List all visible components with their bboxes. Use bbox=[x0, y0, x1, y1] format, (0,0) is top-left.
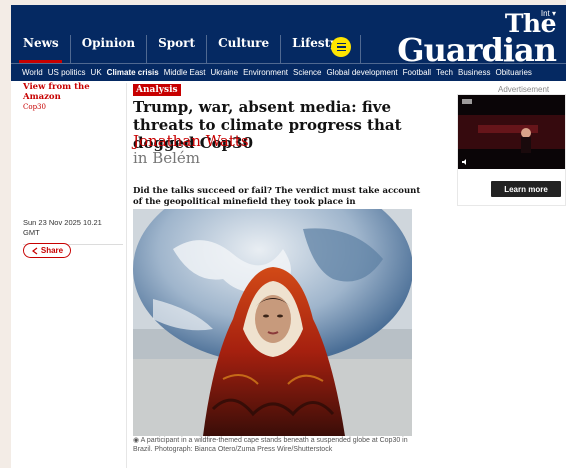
image-caption: ◉ A participant in a wildfire-themed cap… bbox=[133, 436, 418, 454]
subnav: World US politics UK Climate crisis Midd… bbox=[11, 63, 566, 81]
author-link[interactable]: Jonathan Watts bbox=[133, 133, 249, 150]
guardian-logo[interactable]: The Guardian bbox=[397, 11, 557, 69]
byline-location: in Belém bbox=[133, 149, 201, 167]
subnav-item-us-politics[interactable]: US politics bbox=[48, 68, 86, 77]
ad-label: Advertisement bbox=[498, 85, 550, 94]
subnav-item-ukraine[interactable]: Ukraine bbox=[211, 68, 239, 77]
analysis-badge: Analysis bbox=[133, 84, 181, 96]
series-sub-link[interactable]: Cop30 bbox=[23, 103, 123, 111]
subnav-item-uk[interactable]: UK bbox=[91, 68, 102, 77]
publish-date-line2: GMT bbox=[23, 227, 40, 237]
share-icon bbox=[31, 247, 38, 254]
series-link[interactable]: View from the Amazon bbox=[23, 82, 123, 103]
subnav-item-climate-crisis[interactable]: Climate crisis bbox=[107, 68, 159, 77]
share-button[interactable]: Share bbox=[23, 243, 71, 258]
subnav-item-world[interactable]: World bbox=[22, 68, 43, 77]
pillar-opinion[interactable]: Opinion bbox=[71, 35, 148, 63]
subnav-item-business[interactable]: Business bbox=[458, 68, 490, 77]
publish-date-line1: Sun 23 Nov 2025 10.21 bbox=[23, 218, 102, 227]
advertisement[interactable]: Learn more bbox=[457, 94, 566, 206]
learn-more-button[interactable]: Learn more bbox=[491, 181, 561, 197]
menu-icon[interactable] bbox=[331, 37, 351, 57]
subnav-item-football[interactable]: Football bbox=[403, 68, 431, 77]
subnav-item-obituaries[interactable]: Obituaries bbox=[495, 68, 531, 77]
subnav-item-tech[interactable]: Tech bbox=[436, 68, 453, 77]
subnav-item-middle-east[interactable]: Middle East bbox=[164, 68, 206, 77]
ad-video[interactable] bbox=[458, 95, 565, 169]
subnav-item-global-development[interactable]: Global development bbox=[326, 68, 397, 77]
mute-icon[interactable] bbox=[461, 158, 469, 166]
publish-date: Sun 23 Nov 2025 10.21 GMT bbox=[23, 218, 123, 245]
series-block: View from the Amazon Cop30 bbox=[23, 82, 123, 111]
hero-image[interactable] bbox=[133, 209, 412, 436]
pillar-nav: News Opinion Sport Culture Lifestyle bbox=[11, 35, 362, 63]
pillar-news[interactable]: News bbox=[11, 35, 71, 63]
hero-photo bbox=[133, 209, 412, 436]
ad-video-frame bbox=[458, 95, 565, 169]
masthead: Int ▾ The Guardian News Opinion Sport Cu… bbox=[11, 5, 566, 81]
caption-text: A participant in a wildfire-themed cape … bbox=[133, 437, 408, 453]
column-divider bbox=[126, 83, 127, 468]
pillar-sport[interactable]: Sport bbox=[147, 35, 208, 63]
pillar-culture[interactable]: Culture bbox=[207, 35, 282, 63]
page: Int ▾ The Guardian News Opinion Sport Cu… bbox=[11, 5, 566, 468]
subnav-item-environment[interactable]: Environment bbox=[243, 68, 288, 77]
standfirst: Did the talks succeed or fail? The verdi… bbox=[133, 186, 421, 207]
logo-guardian: Guardian bbox=[397, 30, 557, 69]
share-label: Share bbox=[40, 246, 64, 255]
camera-icon: ◉ bbox=[133, 437, 141, 444]
subnav-item-science[interactable]: Science bbox=[293, 68, 321, 77]
